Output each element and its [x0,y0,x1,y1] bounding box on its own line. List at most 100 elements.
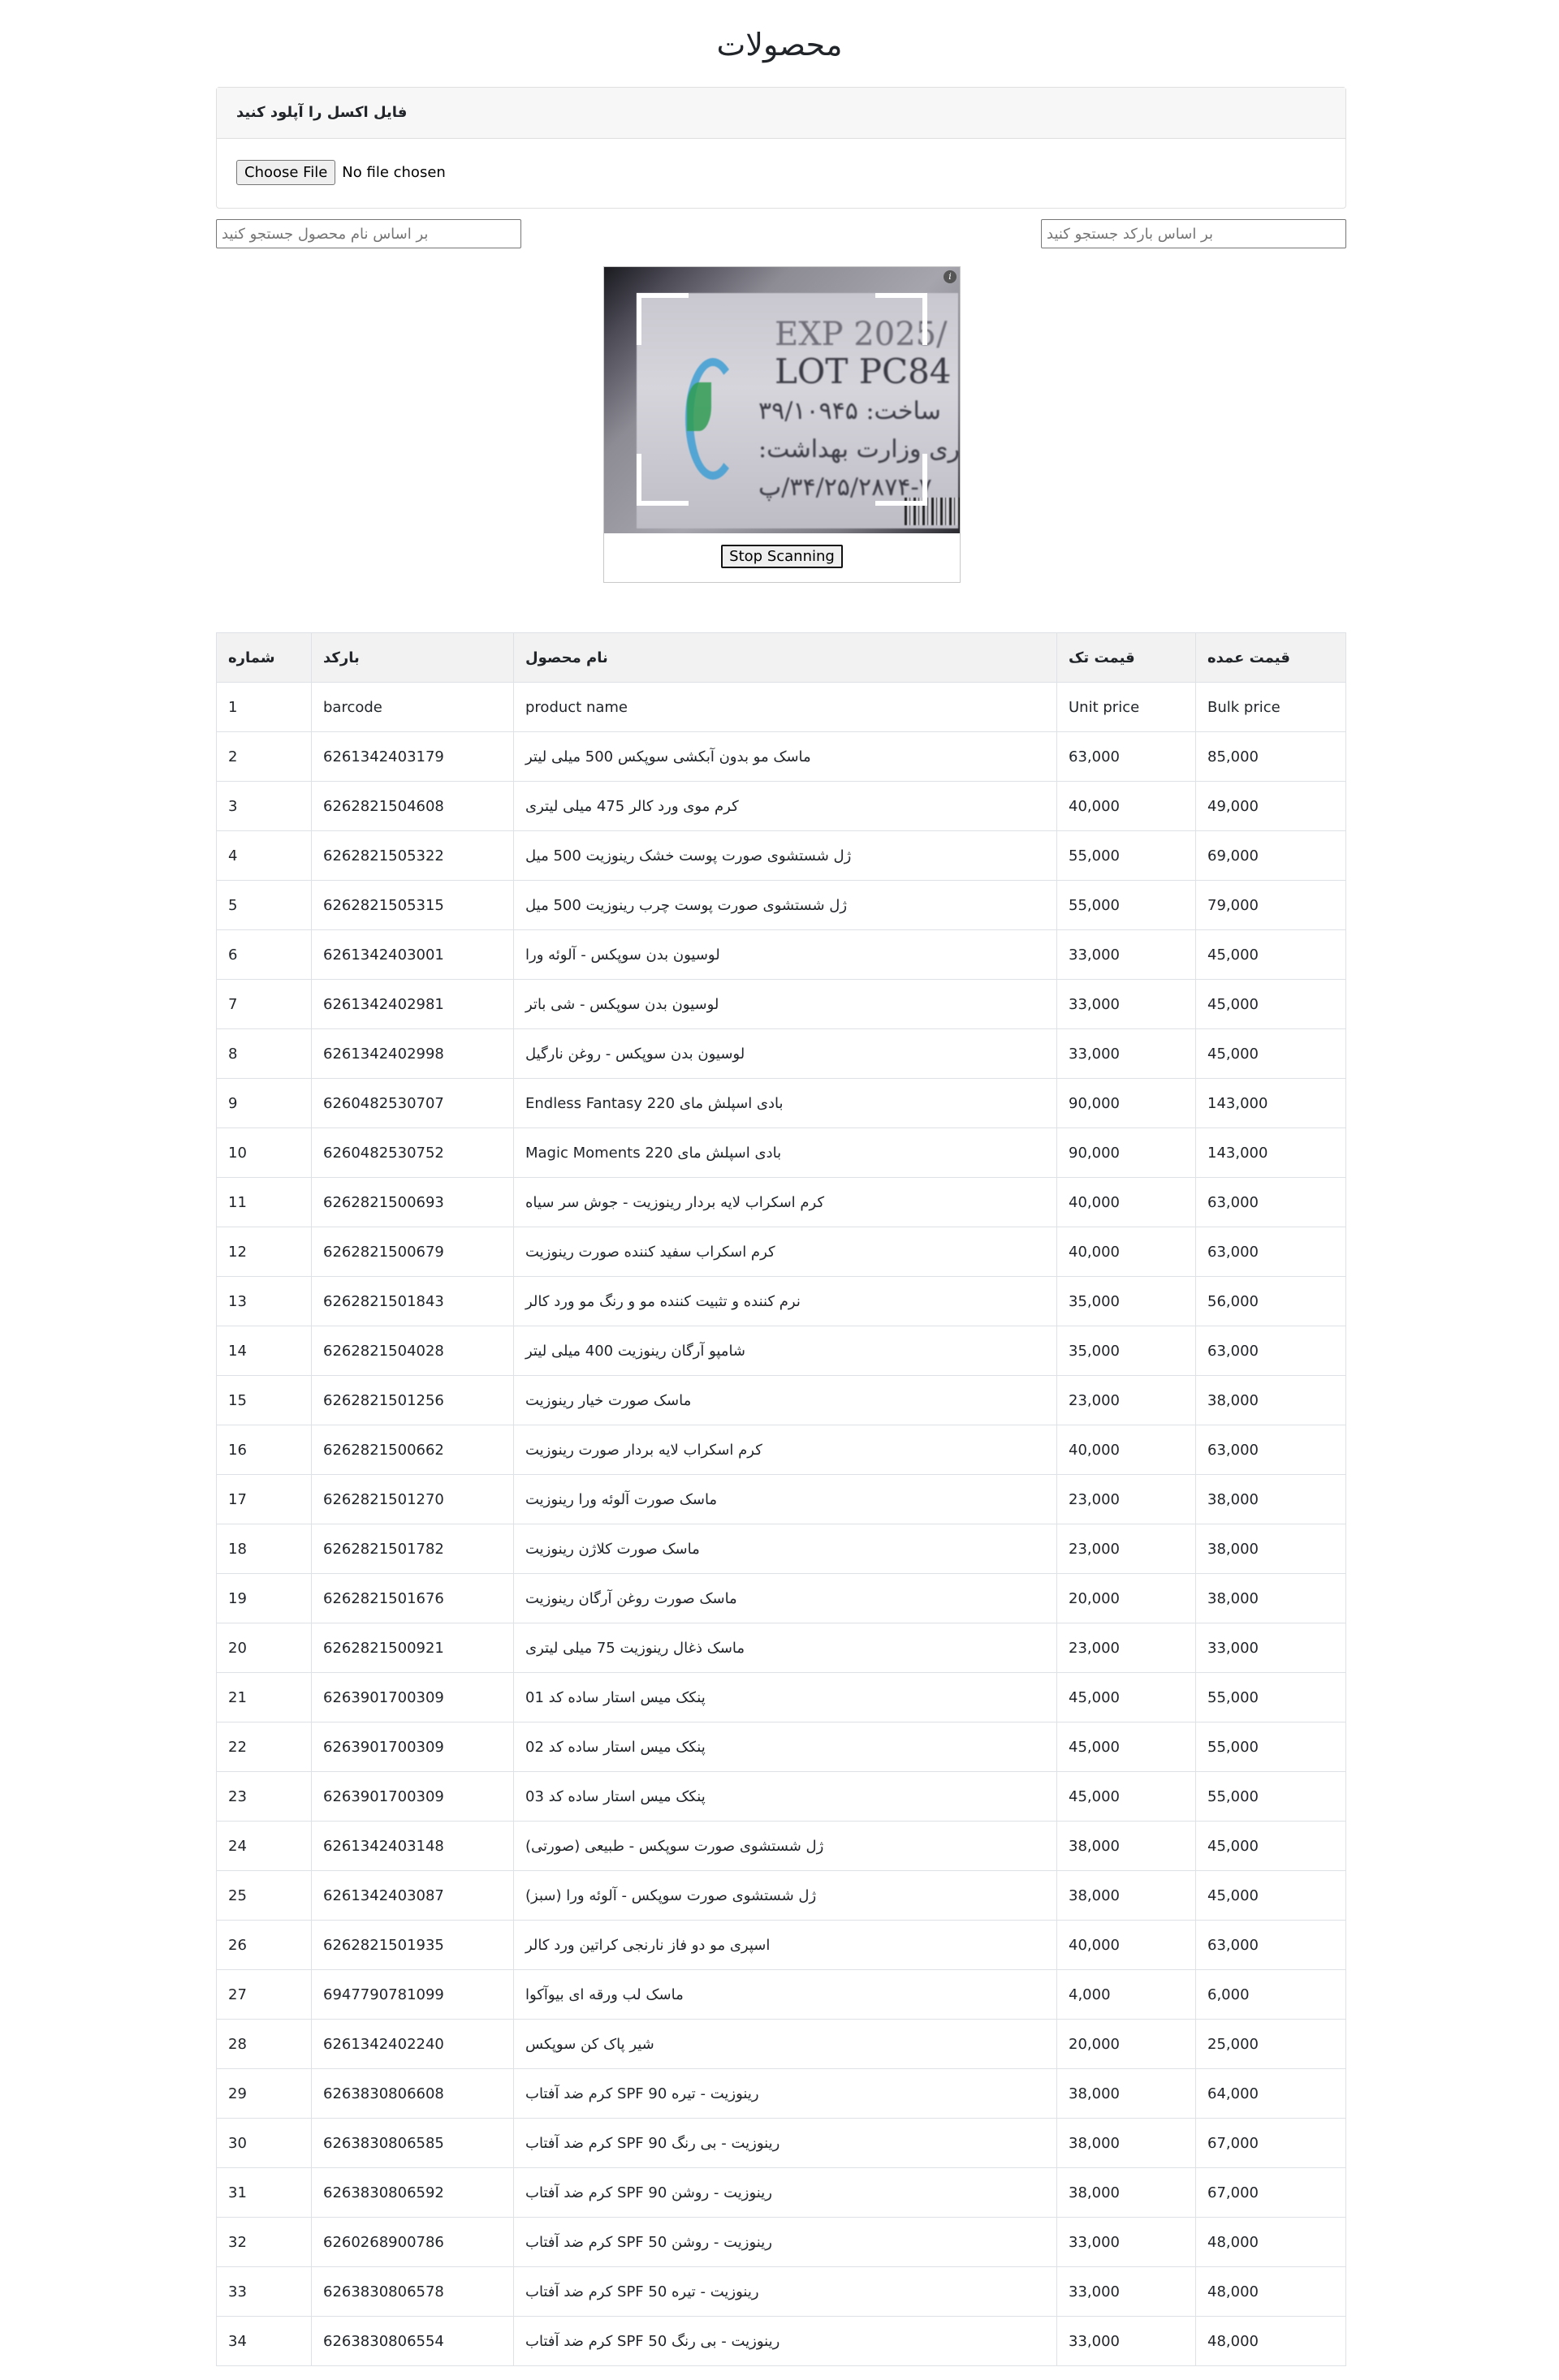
table-row: 30 6263830806585 رینوزیت - بی رنگ SPF 90 ک… [216,2118,1346,2168]
product-name-text: پنکک میس استار ساده کد 01 [525,1688,706,1706]
row-number-cell: 17 [216,1474,312,1524]
table-row: 28 6261342402240 شیر پاک کن سوپکس 20,000 25,… [216,2019,1346,2069]
unit-price-cell: 90,000 [1056,1078,1196,1128]
table-row: 23 6263901700309 پنکک میس استار ساده کد 03… [216,1771,1346,1822]
header-product-name: نام محصول [513,632,1057,683]
bulk-price-cell: 49,000 [1195,781,1346,831]
product-name-search-input[interactable] [216,219,521,248]
barcode-cell: 6263830806585 [311,2118,514,2168]
row-number-cell: 16 [216,1425,312,1475]
row-number-cell: 13 [216,1276,312,1326]
row-number-cell: 11 [216,1177,312,1227]
table-row: 15 6262821501256 ماسک صورت خیار رینوزیت 23,… [216,1375,1346,1425]
row-number-cell: 14 [216,1326,312,1376]
unit-price-cell: 33,000 [1056,929,1196,980]
table-header-row: شماره بارکد نام محصول قیمت تک قیمت عمده [216,632,1346,683]
barcode-cell: 6262821505322 [311,830,514,881]
product-name-text: product name [525,698,628,716]
table-body: 1 barcode product name Unit price Bulk price… [216,682,1346,2366]
scan-frame-corner-top-right [875,293,927,345]
file-status-text: No file chosen [342,164,446,181]
table-row: 5 6262821505315 ژل شستشوی صورت پوست چرب ری… [216,880,1346,930]
table-row: 22 6263901700309 پنکک میس استار ساده کد 02… [216,1722,1346,1772]
product-name-cell: پنکک میس استار ساده کد 03 [513,1771,1057,1822]
barcode-cell: barcode [311,682,514,732]
product-name-text: ماسک ذغال رینوزیت 75 میلی لیتری [525,1639,745,1657]
table-row: 13 6262821501843 نرم کننده و تثبیت کننده م… [216,1276,1346,1326]
product-name-cell: ماسک صورت خیار رینوزیت [513,1375,1057,1425]
header-unit-price: قیمت تک [1056,632,1196,683]
product-name-text: کرم اسکراب لایه بردار رینوزیت - جوش سر س… [525,1193,825,1211]
bulk-price-cell: 143,000 [1195,1078,1346,1128]
product-name-text: ماسک مو بدون آبکشی سوپکس 500 میلی لیتر [525,748,811,765]
table-row: 34 6263830806554 رینوزیت - بی رنگ SPF 50 ک… [216,2316,1346,2366]
product-name-text: شامپو آرگان رینوزیت 400 میلی لیتر [525,1342,746,1360]
table-row: 25 6261342403087 ژل شستشوی صورت سوپکس - آل… [216,1870,1346,1921]
barcode-cell: 6260268900786 [311,2217,514,2267]
row-number-cell: 27 [216,1969,312,2020]
table-row: 16 6262821500662 کرم اسکراب لایه بردار صور… [216,1425,1346,1475]
bulk-price-cell: 48,000 [1195,2266,1346,2317]
bulk-price-cell: 85,000 [1195,731,1346,782]
product-name-text: بادی اسپلش مای Magic Moments 220 [525,1144,782,1162]
table-row: 10 6260482530752 بادی اسپلش مای Magic Mome… [216,1127,1346,1178]
header-number: شماره [216,632,312,683]
barcode-cell: 6261342403001 [311,929,514,980]
product-name-cell: ماسک ذغال رینوزیت 75 میلی لیتری [513,1623,1057,1673]
bulk-price-cell: Bulk price [1195,682,1346,732]
choose-file-button[interactable]: Choose File [236,160,336,185]
table-row: 24 6261342403148 ژل شستشوی صورت سوپکس - طب… [216,1821,1346,1871]
product-name-cell: لوسیون بدن سوپکس - شی باتر [513,979,1057,1029]
table-row: 14 6262821504028 شامپو آرگان رینوزیت 400 م… [216,1326,1346,1376]
product-name-cell: لوسیون بدن سوپکس - آلوئه ورا [513,929,1057,980]
bulk-price-cell: 45,000 [1195,1821,1346,1871]
row-number-cell: 23 [216,1771,312,1822]
barcode-cell: 6261342402240 [311,2019,514,2069]
table-row: 9 6260482530707 بادی اسپلش مای Endless Fan… [216,1078,1346,1128]
unit-price-cell: 33,000 [1056,2266,1196,2317]
product-name-text: لوسیون بدن سوپکس - شی باتر [525,995,719,1013]
product-name-cell: ماسک مو بدون آبکشی سوپکس 500 میلی لیتر [513,731,1057,782]
product-name-text: پنکک میس استار ساده کد 02 [525,1738,706,1756]
table-row: 4 6262821505322 ژل شستشوی صورت پوست خشک ری… [216,830,1346,881]
stop-scanning-button[interactable]: Stop Scanning [721,545,843,568]
product-name-cell: ماسک لب ورقه ای بیوآکوا [513,1969,1057,2020]
bulk-price-cell: 55,000 [1195,1771,1346,1822]
product-name-text: ماسک لب ورقه ای بیوآکوا [525,1985,684,2003]
product-name-cell: رینوزیت - روشن SPF 90 کرم ضد آفتاب [513,2167,1057,2218]
unit-price-cell: 40,000 [1056,1920,1196,1970]
unit-price-cell: 35,000 [1056,1276,1196,1326]
product-name-cell: رینوزیت - تیره SPF 90 کرم ضد آفتاب [513,2068,1057,2119]
header-product-name-label: نام محصول [525,649,608,666]
bulk-price-cell: 63,000 [1195,1326,1346,1376]
barcode-cell: 6262821501935 [311,1920,514,1970]
bulk-price-cell: 63,000 [1195,1425,1346,1475]
product-name-text: ماسک صورت کلاژن رینوزیت [525,1540,700,1558]
product-name-cell: رینوزیت - روشن SPF 50 کرم ضد آفتاب [513,2217,1057,2267]
unit-price-cell: 20,000 [1056,1573,1196,1623]
product-name-text: کرم اسکراب سفید کننده صورت رینوزیت [525,1243,775,1261]
barcode-cell: 6262821505315 [311,880,514,930]
product-name-cell: کرم اسکراب سفید کننده صورت رینوزیت [513,1227,1057,1277]
unit-price-cell: 38,000 [1056,2167,1196,2218]
row-number-cell: 29 [216,2068,312,2119]
product-name-cell: کرم موی ورد کالر 475 میلی لیتری [513,781,1057,831]
info-icon[interactable]: i [944,270,957,283]
barcode-cell: 6947790781099 [311,1969,514,2020]
barcode-search-input[interactable] [1041,219,1346,248]
table-row: 29 6263830806608 رینوزیت - تیره SPF 90 کرم… [216,2068,1346,2119]
bulk-price-cell: 69,000 [1195,830,1346,881]
product-name-cell: ژل شستشوی صورت پوست خشک رینوزیت 500 میل [513,830,1057,881]
product-name-cell: شیر پاک کن سوپکس [513,2019,1057,2069]
product-name-text: نرم کننده و تثبیت کننده مو و رنگ مو ورد … [525,1292,801,1310]
row-number-cell: 24 [216,1821,312,1871]
header-unit-price-label: قیمت تک [1069,649,1135,666]
unit-price-cell: 45,000 [1056,1771,1196,1822]
table-row: 31 6263830806592 رینوزیت - روشن SPF 90 کرم… [216,2167,1346,2218]
barcode-scanner: EXP 2025/ LOT PC84 ساخت: ۳۹/۱۰۹۴۵ برداری… [603,266,961,583]
product-name-text: لوسیون بدن سوپکس - روغن نارگیل [525,1045,745,1063]
row-number-cell: 15 [216,1375,312,1425]
bulk-price-cell: 143,000 [1195,1127,1346,1178]
camera-text-line: ساخت: ۳۹/۱۰۹۴۵ [758,397,941,425]
header-number-label: شماره [228,649,275,666]
